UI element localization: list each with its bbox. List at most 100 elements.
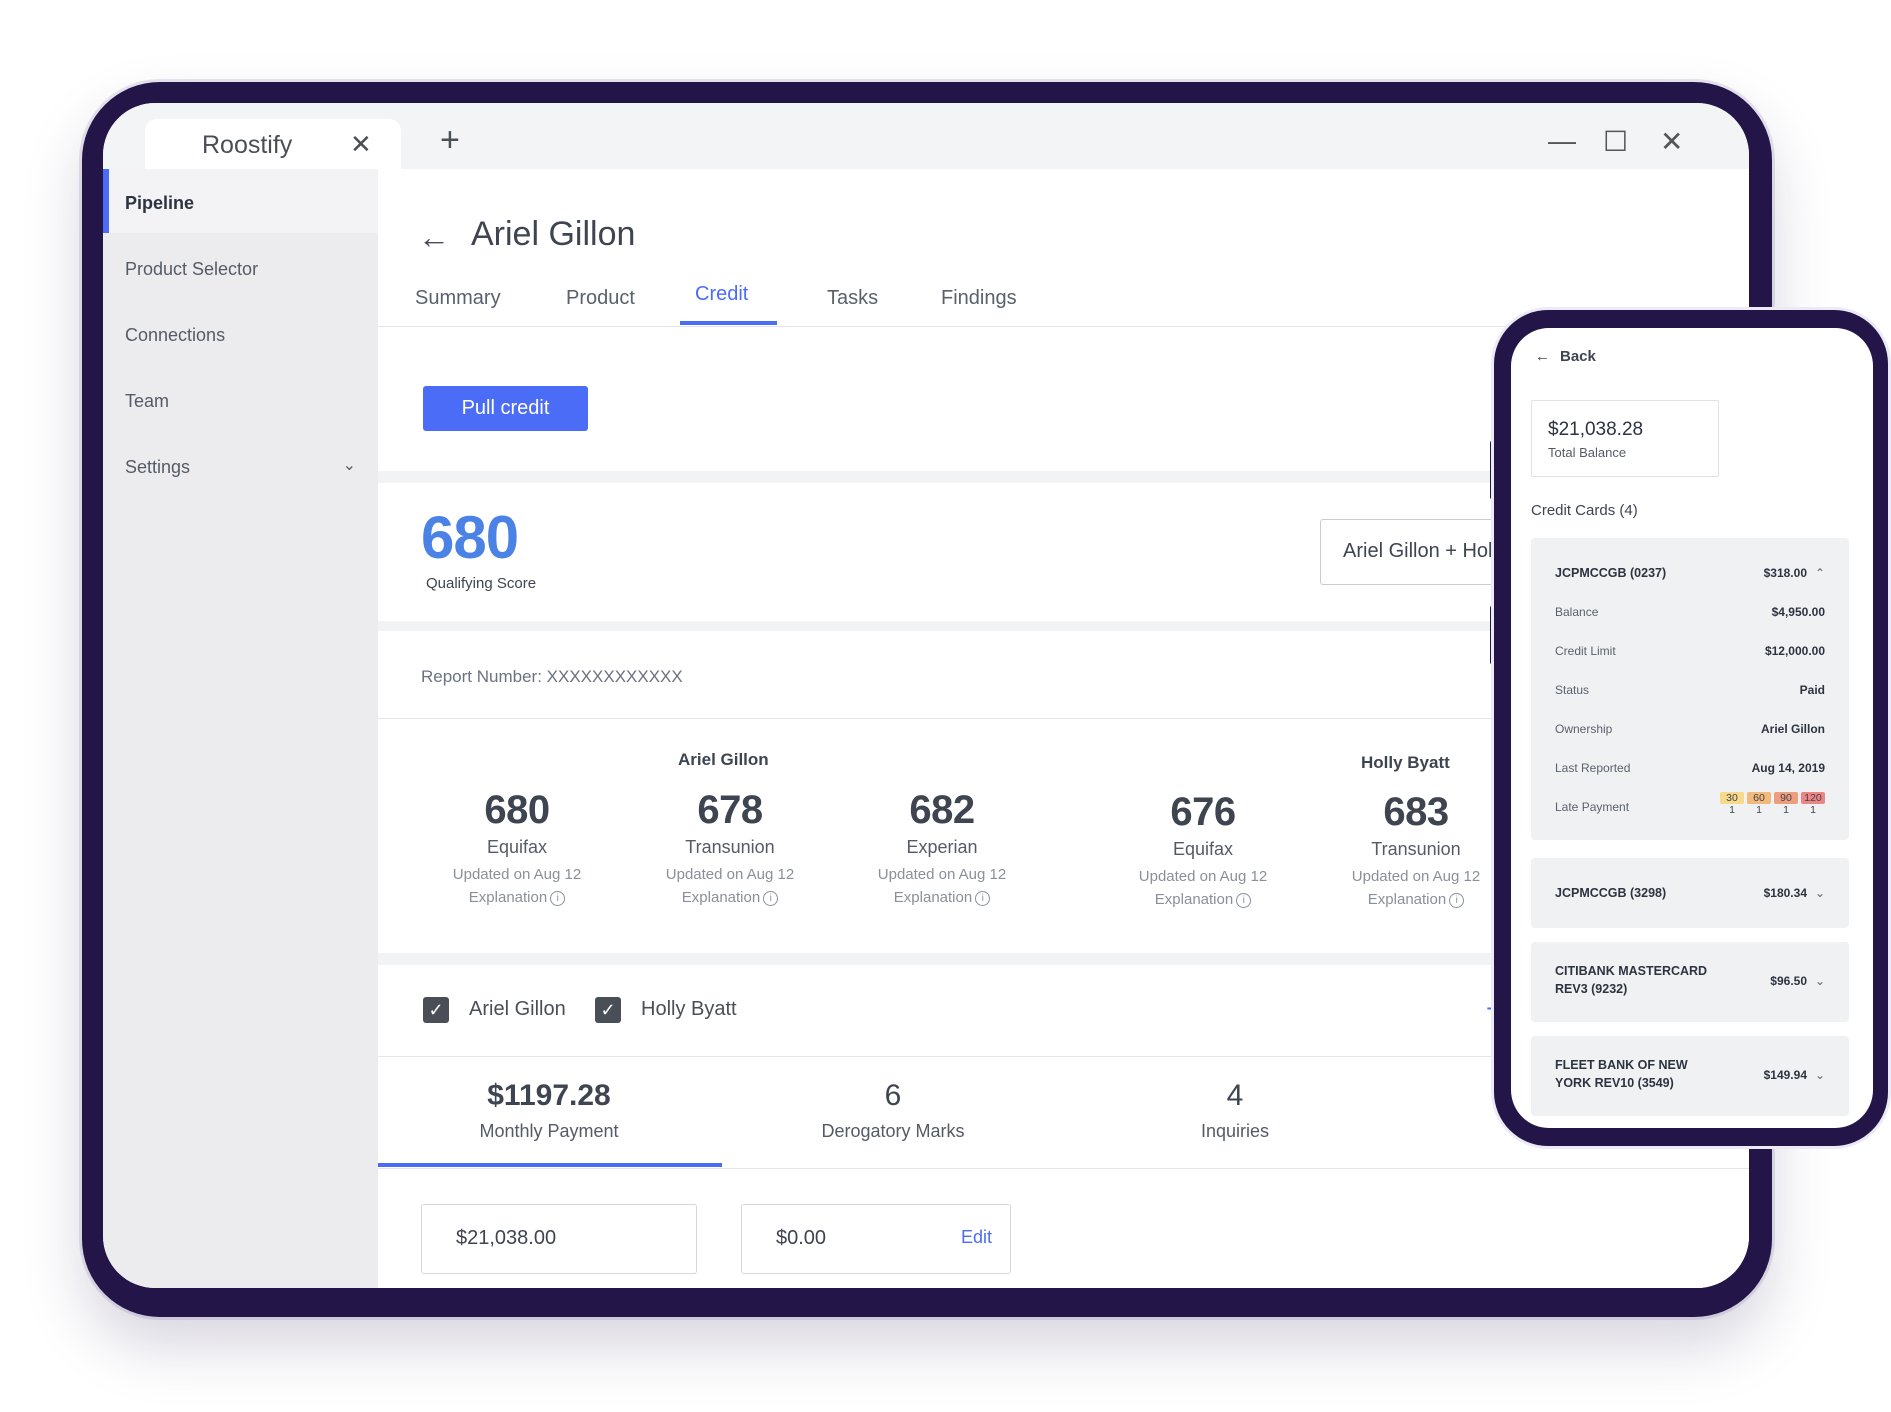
stat-value: 6 <box>884 1079 902 1112</box>
info-icon: i <box>763 890 779 906</box>
stat-inquiries[interactable]: 4 Inquiries <box>1064 1079 1406 1142</box>
credit-card-expanded[interactable]: JCPMCCGB (0237) $318.00 ⌃ Balance $4,950.… <box>1531 538 1849 840</box>
browser-tab-bar: Roostify ✕ + — ☐ ✕ <box>103 103 1749 171</box>
credit-card-collapsed[interactable]: JCPMCCGB (3298) $180.34 ⌄ <box>1531 858 1849 928</box>
active-tab-indicator <box>680 321 777 325</box>
borrower-name: Ariel Gillon <box>678 750 769 769</box>
maximize-icon[interactable]: ☐ <box>1603 125 1628 158</box>
explanation-label: Explanation <box>893 889 973 906</box>
detail-label: Balance <box>1555 605 1599 619</box>
info-icon: i <box>1449 892 1465 908</box>
late-60-badge: 60 <box>1747 792 1771 804</box>
info-icon: i <box>550 890 566 906</box>
adjustment-field[interactable]: $0.00 Edit <box>741 1204 1011 1274</box>
sidebar-item-connections[interactable]: Connections <box>103 301 378 365</box>
sidebar-item-settings[interactable]: Settings ⌄ <box>103 433 378 497</box>
detail-value: Ariel Gillon <box>1760 722 1825 736</box>
detail-label: Late Payment <box>1555 800 1630 814</box>
sidebar: Pipeline Product Selector Connections Te… <box>103 169 378 1288</box>
detail-value: $12,000.00 <box>1764 644 1825 658</box>
card-name: JCPMCCGB (0237) <box>1555 566 1667 580</box>
chevron-down-icon: ⌄ <box>1814 886 1825 900</box>
stat-label: Derogatory Marks <box>821 1121 965 1141</box>
balance-fields: $21,038.00 $0.00 Edit <box>378 1170 1749 1288</box>
sidebar-item-product-selector[interactable]: Product Selector <box>103 235 378 299</box>
card-detail-row: Status Paid <box>1555 683 1825 697</box>
pull-credit-button[interactable]: Pull credit <box>423 386 588 431</box>
tab-close-icon[interactable]: ✕ <box>350 129 372 160</box>
report-number: Report Number: XXXXXXXXXXXX <box>421 667 683 686</box>
bureau-name: Equifax <box>486 837 548 857</box>
tab-summary[interactable]: Summary <box>415 287 501 310</box>
credit-card-collapsed[interactable]: FLEET BANK OF NEW YORK REV10 (3549) $149… <box>1531 1036 1849 1116</box>
stat-monthly-payment[interactable]: $1197.28 Monthly Payment <box>378 1079 720 1142</box>
edit-link[interactable]: Edit <box>961 1227 992 1248</box>
checkbox-holly[interactable]: ✓ <box>595 997 621 1023</box>
card-header-row: JCPMCCGB (0237) $318.00 ⌃ <box>1555 566 1825 580</box>
detail-value: $4,950.00 <box>1771 605 1825 619</box>
close-window-icon[interactable]: ✕ <box>1660 125 1683 158</box>
late-count: 1 <box>1810 804 1816 816</box>
late-count: 1 <box>1756 804 1762 816</box>
bureau-score: 680 <box>484 788 550 832</box>
checkbox-ariel[interactable]: ✓ <box>423 997 449 1023</box>
bureau-score: 678 <box>697 788 763 832</box>
card-header-row: FLEET BANK OF NEW YORK REV10 (3549) $149… <box>1555 1058 1825 1090</box>
detail-label: Credit Limit <box>1555 644 1616 658</box>
balance-value: $21,038.00 <box>456 1227 557 1249</box>
bureau-name: Transunion <box>1371 839 1461 859</box>
bureau-name: Experian <box>906 837 978 857</box>
card-name: JCPMCCGB (3298) <box>1555 886 1667 900</box>
late-90-badge: 90 <box>1774 792 1798 804</box>
detail-label: Status <box>1555 683 1590 697</box>
bureau-updated: Updated on Aug 12 <box>452 866 582 883</box>
card-header-row: JCPMCCGB (3298) $180.34 ⌄ <box>1555 886 1825 900</box>
explanation-link[interactable]: Explanation i <box>650 889 810 906</box>
balance-field[interactable]: $21,038.00 <box>421 1204 697 1274</box>
explanation-link[interactable]: Explanation i <box>862 889 1022 906</box>
credit-card-collapsed[interactable]: CITIBANK MASTERCARD REV3 (9232) $96.50 ⌄ <box>1531 942 1849 1022</box>
credit-cards-heading: Credit Cards (4) <box>1531 502 1638 519</box>
card-detail-row: Last Reported Aug 14, 2019 <box>1555 761 1825 775</box>
sidebar-item-pipeline[interactable]: Pipeline <box>103 169 378 233</box>
new-tab-icon[interactable]: + <box>440 123 460 157</box>
late-30-badge: 30 <box>1720 792 1744 804</box>
bureau-score-card: 682 Experian Updated on Aug 12 Explanati… <box>862 788 1022 906</box>
info-icon: i <box>1236 892 1252 908</box>
tab-tasks[interactable]: Tasks <box>827 287 878 310</box>
total-balance-value: $21,038.28 <box>1548 419 1644 440</box>
detail-value: Aug 14, 2019 <box>1751 761 1825 775</box>
adjustment-value: $0.00 <box>776 1227 827 1249</box>
card-detail-row: Balance $4,950.00 <box>1555 605 1825 619</box>
minimize-icon[interactable]: — <box>1548 125 1576 157</box>
explanation-link[interactable]: Explanation i <box>437 889 597 906</box>
late-payment-badges: 30 60 90 120 1 1 1 1 <box>1717 792 1825 816</box>
explanation-link[interactable]: Explanation i <box>1123 891 1283 908</box>
card-amount: $96.50 <box>1770 974 1807 988</box>
phone-back-button[interactable]: ← Back <box>1535 348 1596 365</box>
card-amount: $318.00 <box>1763 566 1807 580</box>
chevron-down-icon: ⌄ <box>342 457 356 474</box>
card-amount: $149.94 <box>1763 1068 1807 1082</box>
checkbox-label: Ariel Gillon <box>469 998 566 1020</box>
detail-label: Last Reported <box>1555 761 1631 775</box>
browser-tab[interactable]: Roostify ✕ <box>145 119 401 171</box>
tab-findings[interactable]: Findings <box>941 287 1017 310</box>
explanation-link[interactable]: Explanation i <box>1336 891 1496 908</box>
sidebar-item-team[interactable]: Team <box>103 367 378 431</box>
late-120-badge: 120 <box>1801 792 1825 804</box>
stat-label: Inquiries <box>1200 1121 1270 1141</box>
explanation-label: Explanation <box>1367 891 1447 908</box>
stat-value: 4 <box>1226 1079 1244 1112</box>
chevron-up-icon: ⌃ <box>1814 566 1825 580</box>
back-arrow-icon: ← <box>1535 348 1550 365</box>
tab-product[interactable]: Product <box>566 287 635 310</box>
back-arrow-icon[interactable]: ← <box>418 219 450 256</box>
tab-credit[interactable]: Credit <box>695 283 748 306</box>
bureau-score-card: 680 Equifax Updated on Aug 12 Explanatio… <box>437 788 597 906</box>
stat-derogatory-marks[interactable]: 6 Derogatory Marks <box>722 1079 1064 1142</box>
late-count: 1 <box>1729 804 1735 816</box>
detail-label: Ownership <box>1555 722 1613 736</box>
sidebar-item-label: Settings <box>125 457 191 477</box>
back-label: Back <box>1560 348 1596 365</box>
